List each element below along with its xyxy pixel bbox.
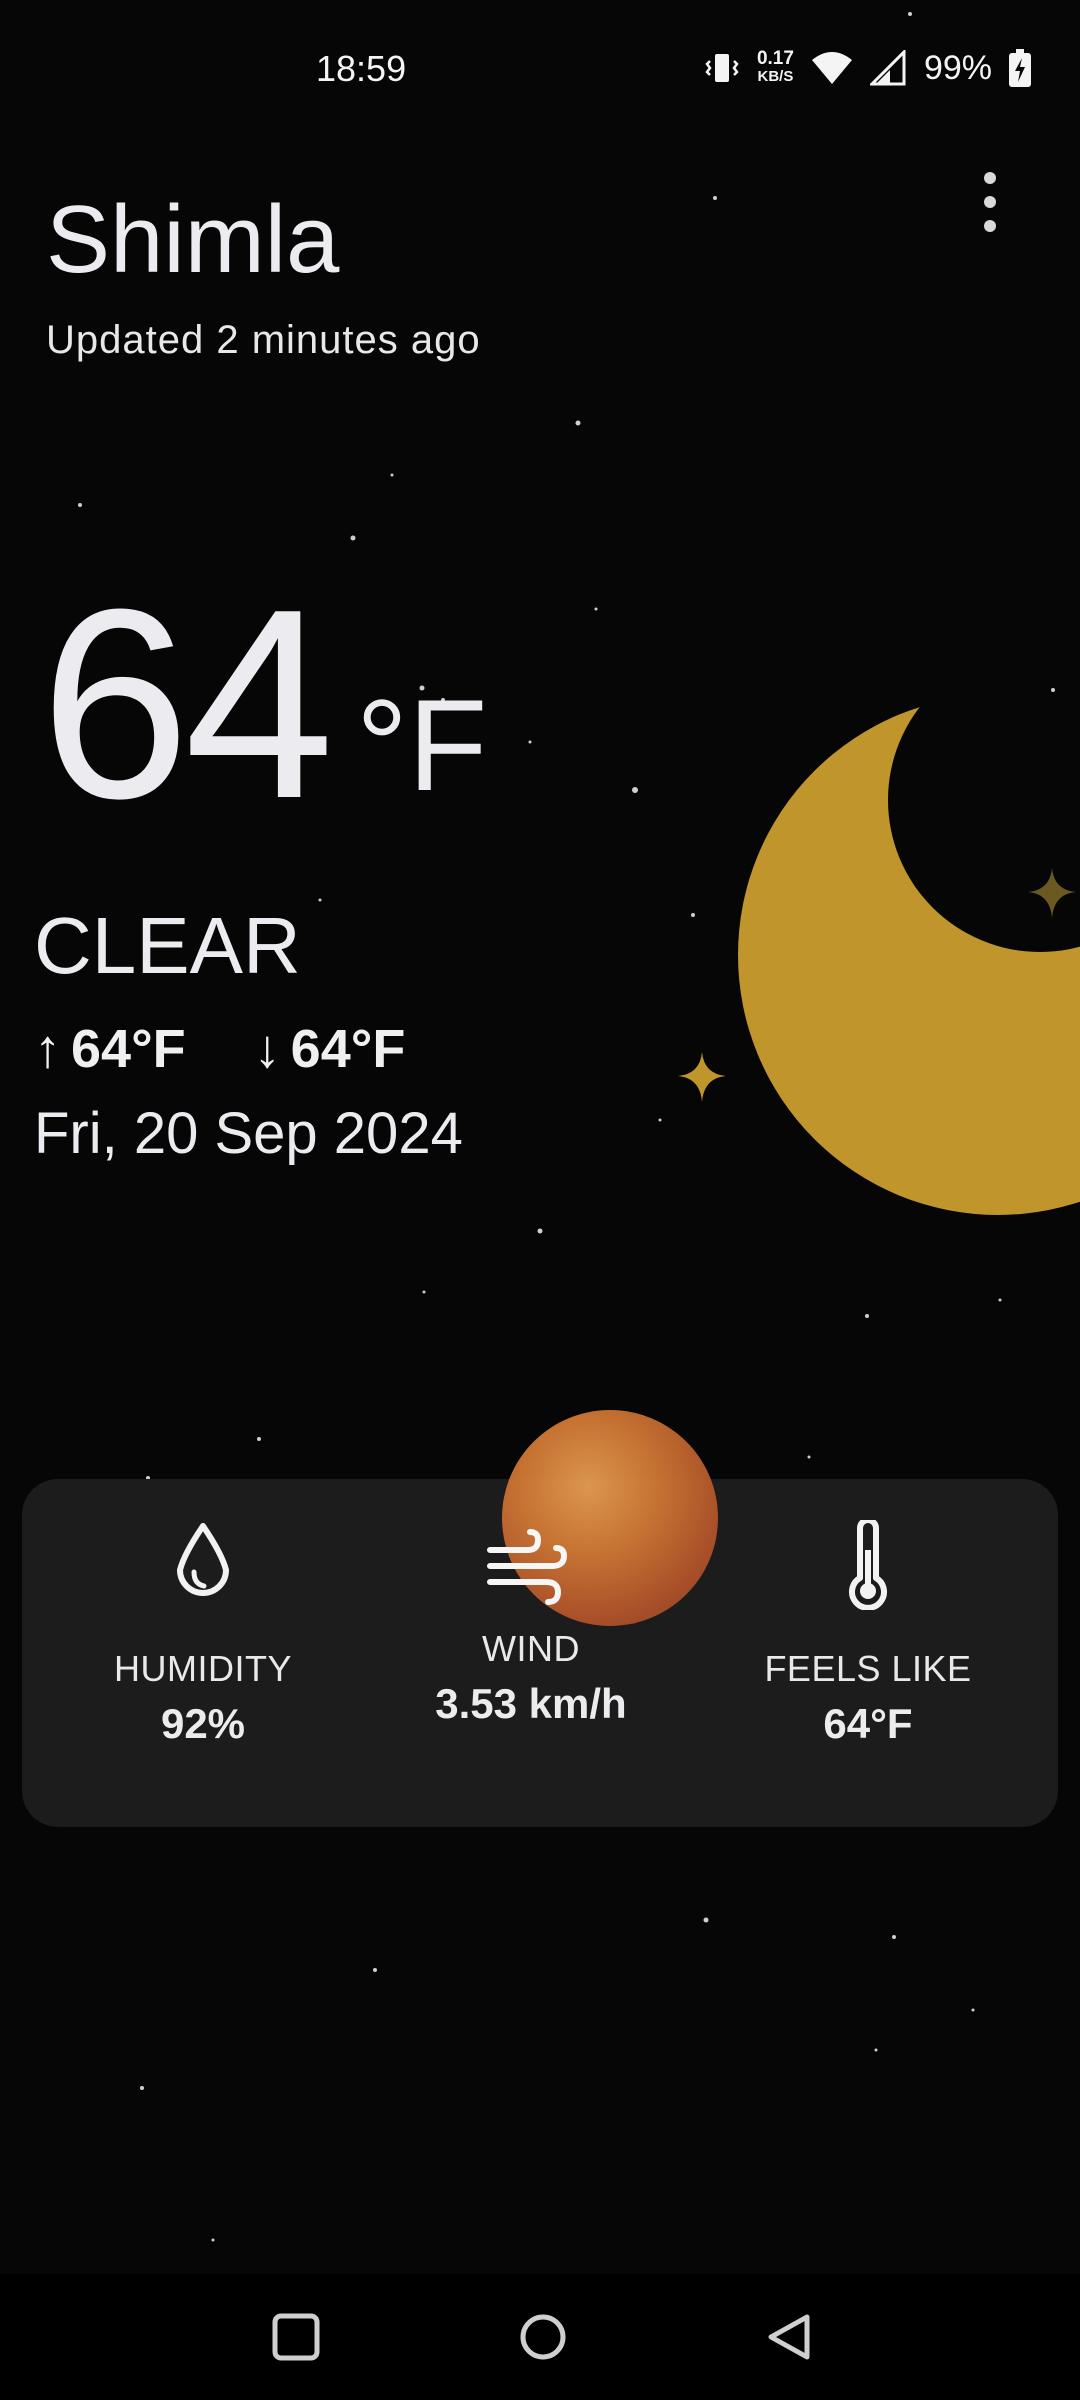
- low-temperature: ↓ 64°F: [254, 1018, 406, 1080]
- net-speed-unit: KB/S: [757, 68, 794, 85]
- wind-icon: [487, 1529, 568, 1605]
- back-triangle-icon-glyph: [768, 2314, 810, 2360]
- menu-dot: [984, 220, 996, 232]
- current-temperature: 64: [40, 554, 334, 855]
- high-temperature: ↑ 64°F: [34, 1018, 186, 1080]
- wind-metric: WIND 3.53 km/h: [371, 1528, 691, 1728]
- recents-square-icon-glyph: [272, 2313, 320, 2361]
- home-circle-icon[interactable]: [510, 2304, 576, 2370]
- net-speed-value: 0.17: [756, 48, 794, 69]
- net-speed: 0.17 KB/S: [756, 48, 794, 86]
- wind-label: WIND: [482, 1628, 580, 1669]
- temperature-unit: °F: [356, 672, 488, 818]
- up-arrow-icon: ↑: [34, 1019, 61, 1079]
- humidity-label: HUMIDITY: [114, 1648, 292, 1689]
- home-circle-icon-glyph: [520, 2314, 566, 2360]
- menu-dot: [984, 172, 996, 184]
- humidity-metric: HUMIDITY 92%: [43, 1520, 363, 1748]
- water-drop-icon: [177, 1523, 229, 1596]
- battery-charging-icon: [1009, 49, 1031, 87]
- signal-icon: [869, 50, 906, 86]
- status-icons: 0.17 KB/S 99%: [703, 44, 1032, 92]
- feels-like-metric: FEELS LIKE 64°F: [708, 1520, 1028, 1748]
- wifi-icon: [811, 52, 852, 84]
- vibrate-icon: [705, 54, 739, 82]
- more-vert-icon[interactable]: [972, 172, 1008, 232]
- battery-percent: 99%: [923, 48, 992, 87]
- feels-like-value: 64°F: [823, 1700, 913, 1747]
- weather-condition: CLEAR: [34, 901, 301, 990]
- crescent-moon-illustration: [678, 695, 1080, 1215]
- high-low-temperatures: ↑ 64°F ↓ 64°F: [34, 1018, 405, 1080]
- feels-like-label: FEELS LIKE: [764, 1648, 972, 1689]
- system-navigation-bar: [0, 2274, 1080, 2400]
- low-value: 64°F: [290, 1019, 406, 1079]
- updated-text: Updated 2 minutes ago: [46, 318, 481, 362]
- city-name: Shimla: [46, 186, 340, 293]
- recents-square-icon[interactable]: [263, 2304, 329, 2370]
- humidity-value: 92%: [160, 1700, 246, 1747]
- menu-dot: [984, 196, 996, 208]
- status-time: 18:59: [316, 48, 407, 89]
- current-date: Fri, 20 Sep 2024: [34, 1101, 463, 1166]
- thermometer-icon: [849, 1520, 887, 1610]
- back-triangle-icon[interactable]: [757, 2304, 823, 2370]
- down-arrow-icon: ↓: [253, 1019, 281, 1079]
- high-value: 64°F: [71, 1019, 186, 1079]
- wind-value: 3.53 km/h: [435, 1680, 627, 1727]
